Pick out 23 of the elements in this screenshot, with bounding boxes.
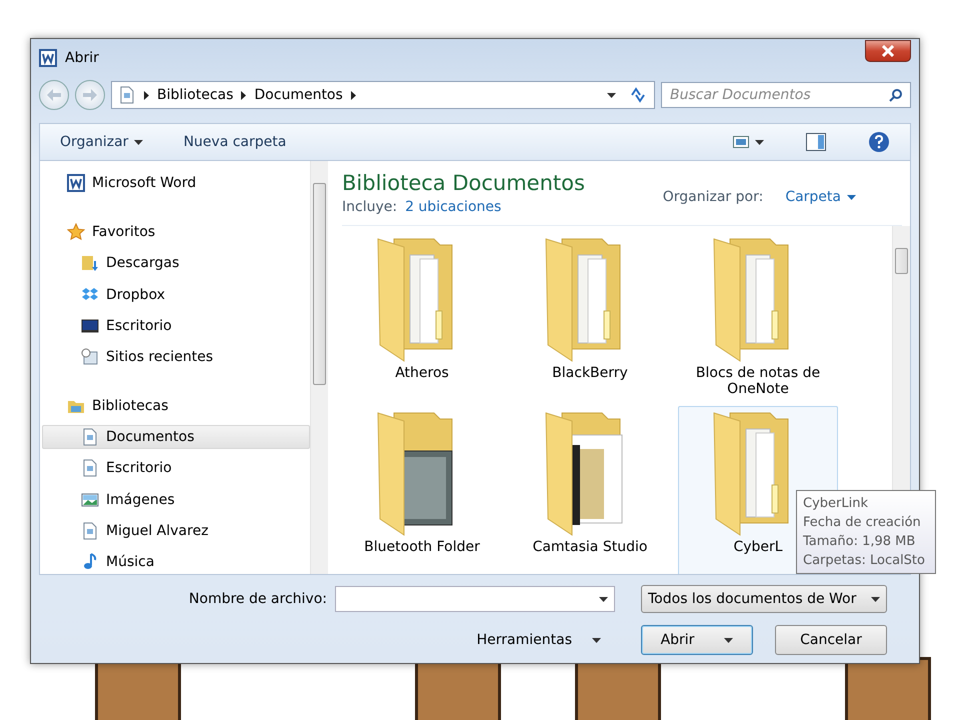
nav-item-label: Microsoft Word — [92, 175, 196, 192]
nav-item-label: Escritorio — [106, 460, 172, 476]
folder-name: Atheros — [395, 365, 449, 381]
window-title: Abrir — [65, 50, 99, 66]
nav-item-label: Descargas — [106, 255, 180, 272]
nav-item-label: Favoritos — [92, 224, 156, 240]
nav-item-label: Dropbox — [106, 286, 165, 303]
nav-item-label: Bibliotecas — [92, 398, 168, 414]
arrange-label: Organizar por: — [662, 189, 764, 205]
filename-label: Nombre de archivo: — [188, 591, 327, 607]
includes-label: Incluye: — [342, 199, 398, 215]
nav-item-label: Miguel Alvarez — [106, 522, 208, 539]
folder-name: Camtasia Studio — [532, 539, 648, 555]
folder-name: CyberL — [733, 539, 783, 555]
nav-item-label: Música — [106, 554, 154, 570]
nav-item-label: Documentos — [106, 429, 194, 446]
nav-item-label: Escritorio — [106, 318, 172, 334]
nav-item-label: Sitios recientes — [106, 348, 213, 365]
folder-name: Bluetooth Folder — [364, 539, 480, 555]
folder-name: Blocs de notas de OneNote — [694, 365, 822, 397]
folder-name: BlackBerry — [552, 365, 628, 381]
library-title: Biblioteca Documentos — [342, 171, 585, 195]
nav-item-label: Imágenes — [106, 492, 175, 508]
